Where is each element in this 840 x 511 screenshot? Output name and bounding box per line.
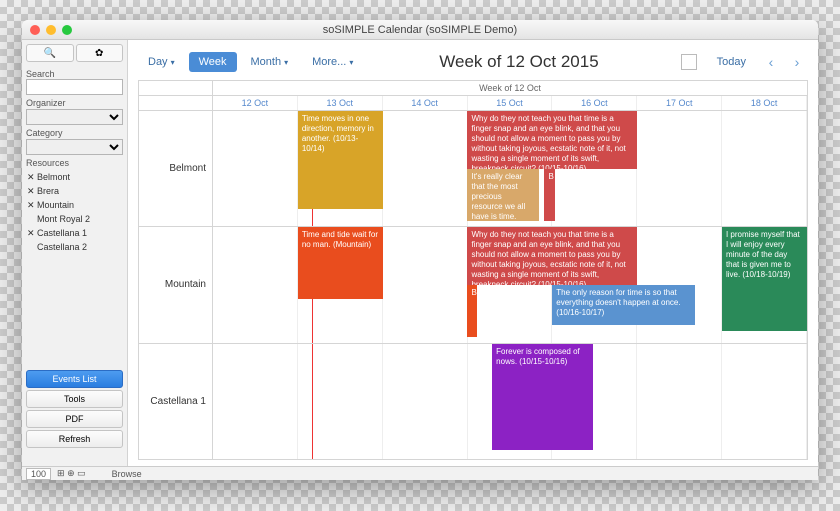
search-icon-button[interactable]: 🔍 — [26, 44, 74, 62]
day-header[interactable]: 12 Oct — [213, 96, 298, 110]
organizer-label: Organizer — [26, 98, 123, 108]
calendar-event[interactable]: B — [544, 169, 555, 221]
window-title: soSIMPLE Calendar (soSIMPLE Demo) — [22, 24, 818, 36]
resource-item[interactable]: Castellana 2 — [26, 240, 123, 254]
day-header[interactable]: 14 Oct — [383, 96, 468, 110]
resource-item[interactable]: ✕Castellana 1 — [26, 226, 123, 240]
calendar-cell[interactable] — [637, 344, 722, 459]
resource-item[interactable]: ✕Mountain — [26, 198, 123, 212]
calendar-event[interactable]: Why do they not teach you that time is a… — [467, 227, 637, 285]
calendar-cell[interactable] — [637, 111, 722, 226]
calendar-cell[interactable] — [213, 111, 298, 226]
day-header[interactable]: 17 Oct — [637, 96, 722, 110]
day-header[interactable]: 16 Oct — [552, 96, 637, 110]
calendar-event[interactable]: Forever is composed of nows. (10/15-10/1… — [492, 344, 593, 450]
browse-mode: Browse — [112, 469, 142, 479]
view-day[interactable]: Day▾ — [138, 52, 185, 72]
calendar-cell[interactable] — [213, 344, 298, 459]
row-label: Mountain — [139, 227, 213, 342]
row-label: Castellana 1 — [139, 344, 213, 459]
category-label: Category — [26, 128, 123, 138]
calendar-cell[interactable] — [383, 111, 468, 226]
day-header[interactable]: 15 Oct — [468, 96, 553, 110]
titlebar: soSIMPLE Calendar (soSIMPLE Demo) — [22, 20, 818, 40]
events-list-button[interactable]: Events List — [26, 370, 123, 388]
calendar-event[interactable]: Time and tide wait for no man. (Mountain… — [298, 227, 383, 299]
category-select[interactable] — [26, 139, 123, 155]
calendar-cell[interactable] — [383, 344, 468, 459]
sidebar: 🔍 ✿ Search Organizer Category Resources … — [22, 40, 128, 466]
resources-list: ✕Belmont✕Brera✕MountainMont Royal 2✕Cast… — [26, 170, 123, 254]
resources-label: Resources — [26, 158, 123, 168]
search-label: Search — [26, 69, 123, 79]
resource-item[interactable]: ✕Belmont — [26, 170, 123, 184]
today-marker — [312, 344, 313, 459]
refresh-button[interactable]: Refresh — [26, 430, 123, 448]
calendar-row: Castellana 1 Forever is composed of nows.… — [139, 344, 807, 459]
app-window: soSIMPLE Calendar (soSIMPLE Demo) 🔍 ✿ Se… — [22, 20, 818, 480]
view-month[interactable]: Month▾ — [241, 52, 299, 72]
calendar-event[interactable]: I promise myself that I will enjoy every… — [722, 227, 807, 331]
calendar-cell[interactable] — [722, 344, 807, 459]
toolbar: Day▾ Week Month▾ More...▾ Week of 12 Oct… — [138, 48, 808, 76]
main: Day▾ Week Month▾ More...▾ Week of 12 Oct… — [128, 40, 818, 466]
calendar-grid: Week of 12 Oct 12 Oct13 Oct14 Oct15 Oct1… — [138, 80, 808, 460]
calendar-cell[interactable] — [383, 227, 468, 342]
day-header[interactable]: 18 Oct — [722, 96, 807, 110]
search-input[interactable] — [26, 79, 123, 95]
resource-item[interactable]: ✕Brera — [26, 184, 123, 198]
calendar-picker-icon[interactable] — [681, 54, 697, 70]
calendar-event[interactable]: The only reason for time is so that ever… — [552, 285, 695, 325]
page-title: Week of 12 Oct 2015 — [367, 52, 670, 72]
week-label: Week of 12 Oct — [213, 81, 807, 95]
zoom-level[interactable]: 100 — [26, 468, 51, 480]
status-bar: 100 ⊞ ⊕ ▭ Browse — [22, 466, 818, 480]
calendar-cell[interactable] — [213, 227, 298, 342]
calendar-event[interactable]: Why do they not teach you that time is a… — [467, 111, 637, 169]
row-label: Belmont — [139, 111, 213, 226]
today-button[interactable]: Today — [707, 56, 756, 68]
pdf-button[interactable]: PDF — [26, 410, 123, 428]
calendar-event[interactable]: Time moves in one direction, memory in a… — [298, 111, 383, 209]
organizer-select[interactable] — [26, 109, 123, 125]
calendar-row: Belmont Time moves in one direction, memo… — [139, 111, 807, 227]
status-icon: ⊞ ⊕ ▭ — [57, 468, 86, 479]
view-week[interactable]: Week — [189, 52, 237, 72]
resource-item[interactable]: Mont Royal 2 — [26, 212, 123, 226]
settings-button[interactable]: ✿ — [76, 44, 124, 62]
calendar-event[interactable]: It's really clear that the most precious… — [467, 169, 538, 221]
next-button[interactable]: › — [786, 51, 808, 73]
tools-button[interactable]: Tools — [26, 390, 123, 408]
calendar-event[interactable]: B — [467, 285, 477, 337]
view-more[interactable]: More...▾ — [302, 52, 363, 72]
gear-icon: ✿ — [95, 48, 103, 59]
calendar-cell[interactable] — [298, 344, 383, 459]
day-header[interactable]: 13 Oct — [298, 96, 383, 110]
calendar-cell[interactable] — [722, 111, 807, 226]
prev-button[interactable]: ‹ — [760, 51, 782, 73]
calendar-row: Mountain Time and tide wait for no man. (… — [139, 227, 807, 343]
